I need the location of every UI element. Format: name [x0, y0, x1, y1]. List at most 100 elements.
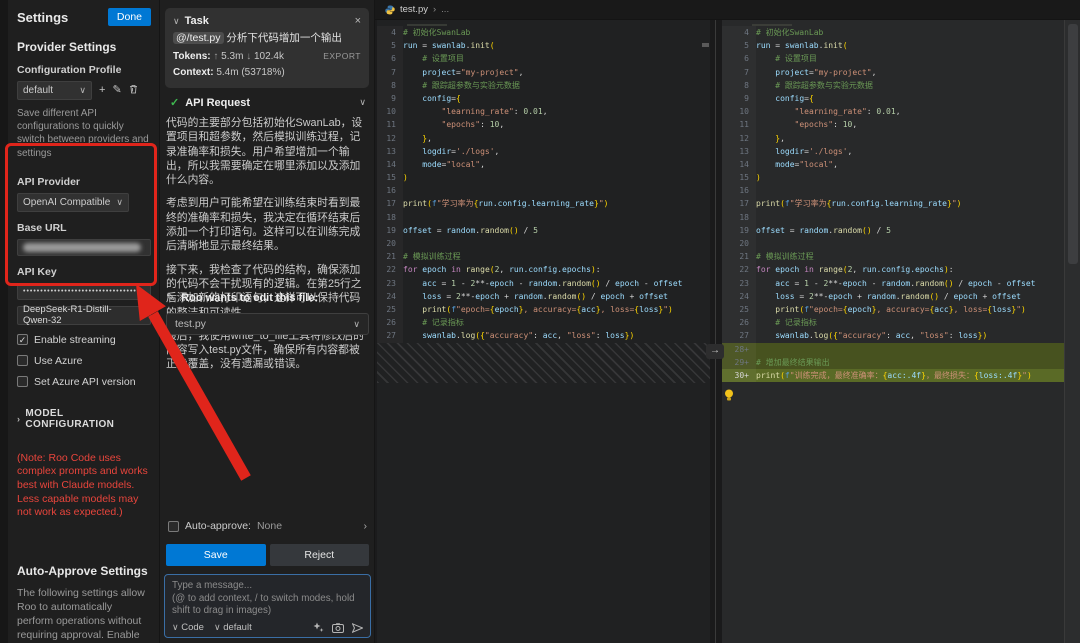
send-icon[interactable]	[352, 623, 363, 633]
code-line: 12 },	[722, 132, 1064, 145]
code-line: 18	[377, 211, 710, 224]
pencil-icon: ✎	[166, 291, 175, 304]
clipped-code-line	[377, 20, 710, 26]
api-provider-label: API Provider	[17, 176, 151, 188]
assistant-paragraph: 考虑到用户可能希望在训练结束时看到最终的准确率和损失，我决定在循环结束后添加一个…	[166, 196, 369, 253]
task-card: ∨ Task × @/test.py 分析下代码增加一个输出 Tokens: ↑…	[165, 8, 369, 88]
code-line: 15)	[722, 171, 1064, 184]
code-line: 23 acc = 1 - 2**-epoch - random.random()…	[722, 277, 1064, 290]
code-line: 27 swanlab.log({"accuracy": acc, "loss":…	[722, 329, 1064, 342]
chevron-down-icon: ∨	[214, 622, 221, 632]
message-input[interactable]: Type a message... (@ to add context, / t…	[164, 574, 371, 638]
done-button[interactable]: Done	[108, 8, 151, 26]
breadcrumb-more: ...	[441, 4, 449, 15]
code-line: 21# 模拟训练过程	[377, 250, 710, 263]
chevron-down-icon: ∨	[359, 97, 366, 108]
code-line: 22for epoch in range(2, run.config.epoch…	[722, 263, 1064, 276]
code-line: 13 logdir='./logs',	[722, 145, 1064, 158]
code-line: 19offset = random.random() / 5	[377, 224, 710, 237]
edit-file-dropdown[interactable]: test.py ∨	[166, 313, 369, 335]
reject-button[interactable]: Reject	[270, 544, 370, 566]
redacted-value	[23, 243, 141, 252]
export-button[interactable]: EXPORT	[323, 51, 361, 61]
code-line: 24 loss = 2**-epoch + random.random() / …	[377, 290, 710, 303]
api-request-row[interactable]: ✓ API Request ∨	[170, 96, 366, 109]
model-chip[interactable]: DeepSeek-R1-Distill-Qwen-32 ×	[17, 306, 151, 325]
code-line: 26 # 记录指标	[722, 316, 1064, 329]
tokens-label: Tokens:	[173, 51, 211, 62]
model-configuration-toggle[interactable]: › MODEL CONFIGURATION	[17, 408, 151, 430]
apply-change-arrow-button[interactable]: →	[706, 344, 724, 359]
assistant-paragraph: 最后，我使用write_to_file工具将修改后的内容写入test.py文件，…	[166, 329, 369, 372]
panel-edge	[0, 0, 8, 643]
task-text: @/test.py 分析下代码增加一个输出	[173, 32, 361, 46]
chevron-down-icon: ∨	[172, 622, 179, 632]
enhance-prompt-icon[interactable]	[313, 622, 324, 633]
diff-modified-pane[interactable]: 4# 初始化SwanLab5run = swanlab.init(6 # 设置项…	[722, 20, 1064, 643]
code-line: 26 # 记录指标	[377, 316, 710, 329]
code-line: 5run = swanlab.init(	[377, 39, 710, 52]
auto-approve-row[interactable]: Auto-approve: None ›	[168, 520, 367, 532]
code-line: 19offset = random.random() / 5	[722, 224, 1064, 237]
profile-select[interactable]: ∨ default	[214, 622, 252, 633]
code-line: 16	[377, 184, 710, 197]
editor-scrollbar[interactable]	[1064, 20, 1080, 643]
auto-approve-description: The following settings allow Roo to auto…	[17, 586, 151, 643]
use-azure-label: Use Azure	[34, 355, 82, 367]
collapse-task-icon[interactable]: ∨	[173, 16, 180, 27]
code-line: 14 mode="local",	[377, 158, 710, 171]
mode-select[interactable]: ∨ Code	[172, 622, 204, 633]
code-line: 4# 初始化SwanLab	[722, 26, 1064, 39]
configuration-profile-help: Save different API configurations to qui…	[17, 107, 151, 160]
code-line: 18	[722, 211, 1064, 224]
auto-approve-value: None	[257, 520, 282, 532]
api-key-input[interactable]: ••••••••••••••••••••••••••••••••••	[17, 283, 151, 300]
settings-panel: Settings Done Provider Settings Configur…	[8, 0, 160, 643]
base-url-label: Base URL	[17, 222, 151, 234]
base-url-input[interactable]	[17, 239, 151, 256]
chevron-down-icon: ∨	[116, 197, 123, 208]
diff-original-pane[interactable]: 4# 初始化SwanLab5run = swanlab.init(6 # 设置项…	[377, 20, 710, 643]
enable-streaming-checkbox[interactable]: ✓	[17, 334, 28, 345]
chevron-down-icon: ∨	[353, 319, 360, 330]
close-task-icon[interactable]: ×	[355, 15, 361, 27]
deleted-region-hatch	[377, 343, 710, 383]
code-line: 30+print(f"训练完成，最终准确率：{acc:.4f}，最终损失：{lo…	[722, 369, 1064, 382]
add-profile-button[interactable]: +	[99, 85, 105, 96]
code-line: 7 project="my-project",	[377, 66, 710, 79]
code-line: 22for epoch in range(2, run.config.epoch…	[377, 263, 710, 276]
arrow-up-icon: ↑	[213, 51, 218, 62]
assistant-paragraph: 代码的主要部分包括初始化SwanLab，设置项目和超参数，然后模拟训练过程，记录…	[166, 116, 369, 187]
code-line: 9 config={	[722, 92, 1064, 105]
enable-streaming-label: Enable streaming	[34, 334, 116, 346]
code-line: 20	[377, 237, 710, 250]
breadcrumb-separator: ›	[433, 4, 436, 15]
chevron-right-icon: ›	[17, 414, 20, 424]
chevron-down-icon: ∨	[79, 85, 86, 96]
lightbulb-icon[interactable]	[724, 389, 734, 402]
code-line: 13 logdir='./logs',	[377, 145, 710, 158]
auto-approve-label: Auto-approve:	[185, 520, 251, 532]
save-button[interactable]: Save	[166, 544, 266, 566]
assistant-message: 代码的主要部分包括初始化SwanLab，设置项目和超参数，然后模拟训练过程，记录…	[166, 116, 369, 381]
auto-approve-heading: Auto-Approve Settings	[17, 564, 151, 578]
edit-profile-button[interactable]: ✎	[112, 85, 121, 96]
clipped-code-line	[722, 20, 1064, 26]
left-pane-scrollbar[interactable]	[702, 43, 709, 47]
breadcrumb[interactable]: test.py › ...	[375, 0, 1080, 20]
code-line: 12 },	[377, 132, 710, 145]
code-editor: test.py › ... 4# 初始化SwanLab5run = swanla…	[375, 0, 1080, 643]
auto-approve-checkbox[interactable]	[168, 521, 179, 532]
screenshot-icon[interactable]	[332, 623, 344, 633]
code-line: 14 mode="local",	[722, 158, 1064, 171]
code-line: 27 swanlab.log({"accuracy": acc, "loss":…	[377, 329, 710, 342]
file-mention[interactable]: @/test.py	[173, 32, 224, 44]
set-azure-version-checkbox[interactable]	[17, 376, 28, 387]
delete-profile-button[interactable]	[129, 84, 138, 97]
code-line: 17print(f"学习率为{run.config.learning_rate}…	[377, 197, 710, 210]
check-icon: ✓	[170, 96, 179, 109]
configuration-profile-select[interactable]: default ∨	[17, 81, 92, 100]
use-azure-checkbox[interactable]	[17, 355, 28, 366]
remove-model-icon[interactable]: ×	[139, 310, 145, 321]
api-provider-select[interactable]: OpenAI Compatible ∨	[17, 193, 129, 212]
